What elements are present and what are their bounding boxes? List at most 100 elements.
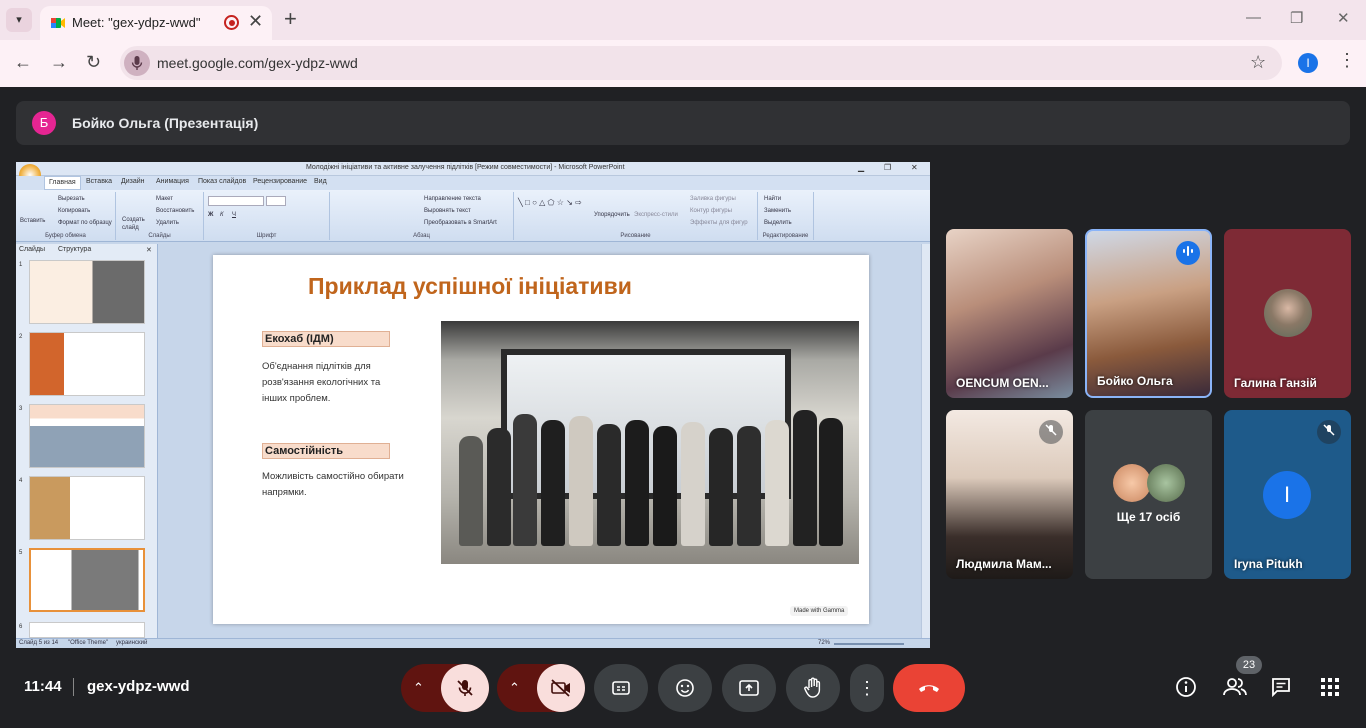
slide-thumbnail[interactable] — [29, 622, 145, 638]
reset-button[interactable]: Восстановить — [156, 208, 194, 214]
slides-panel-tab[interactable]: Слайды — [19, 246, 45, 253]
slide-thumbnail[interactable] — [29, 260, 145, 324]
browser-tab-meet[interactable]: Meet: "gex-ydpz-wwd" ✕ — [40, 6, 272, 40]
ribbon-group-editing: Найти Заменить Выделить Редактирование — [758, 192, 814, 240]
reactions-button[interactable] — [658, 664, 712, 712]
new-tab-button[interactable]: + — [284, 6, 297, 32]
mic-options-chevron-icon[interactable]: ⌃ — [413, 664, 424, 712]
cut-button[interactable]: Вырезать — [58, 196, 85, 202]
pp-minimize-icon[interactable]: ▁ — [858, 163, 864, 172]
find-button[interactable]: Найти — [764, 196, 781, 202]
back-arrow-icon[interactable]: ← — [14, 52, 32, 73]
format-painter-button[interactable]: Формат по образцу — [58, 220, 112, 226]
pp-tab-animation[interactable]: Анимация — [156, 178, 189, 185]
slide-thumbnail-selected[interactable] — [29, 548, 145, 612]
shapes-gallery[interactable]: ╲ □ ○ △ ⬠ ☆ ↘ ⇨ — [518, 198, 582, 207]
slide-canvas: Приклад успішної ініціативи Екохаб (ІДМ)… — [213, 255, 869, 624]
camera-options-chevron-icon[interactable]: ⌃ — [509, 664, 520, 712]
recording-indicator-icon — [224, 15, 239, 30]
slide-thumbnail[interactable] — [29, 404, 145, 468]
pp-tab-view[interactable]: Вид — [314, 178, 327, 185]
bold-button[interactable]: Ж — [208, 212, 213, 218]
arrange-button[interactable]: Упорядочить — [594, 212, 630, 218]
participant-tile[interactable]: OENCUM OEN... — [946, 229, 1073, 398]
underline-button[interactable]: Ч — [232, 212, 236, 218]
text-direction-button[interactable]: Направление текста — [424, 196, 481, 202]
shape-effects-button[interactable]: Эффекты для фигур — [690, 220, 748, 226]
pp-vertical-scrollbar[interactable] — [921, 244, 930, 638]
photo-person — [793, 410, 817, 546]
more-options-button[interactable]: ⋮ — [850, 664, 884, 712]
pp-tab-slideshow[interactable]: Показ слайдов — [198, 178, 246, 185]
layout-button[interactable]: Макет — [156, 196, 173, 202]
omnibox[interactable]: meet.google.com/gex-ydpz-wwd ☆ — [120, 46, 1282, 80]
forward-arrow-icon[interactable]: → — [50, 52, 68, 73]
new-slide-button[interactable]: Создать слайд — [122, 216, 148, 232]
slide-thumbnail[interactable] — [29, 476, 145, 540]
reload-icon[interactable]: ↻ — [86, 52, 101, 73]
profile-avatar[interactable]: I — [1298, 53, 1318, 73]
microphone-site-icon[interactable] — [124, 50, 150, 76]
pp-tab-home[interactable]: Главная — [44, 176, 81, 190]
chat-icon[interactable] — [1270, 676, 1292, 703]
pp-close-icon[interactable]: ✕ — [911, 163, 918, 172]
quick-styles-button[interactable]: Экспресс-стили — [634, 212, 678, 218]
restore-button[interactable]: ❐ — [1290, 9, 1303, 27]
pp-tab-insert[interactable]: Вставка — [86, 178, 112, 185]
present-icon — [739, 680, 759, 696]
raise-hand-button[interactable] — [786, 664, 840, 712]
replace-button[interactable]: Заменить — [764, 208, 791, 214]
photo-person — [541, 420, 565, 546]
shape-fill-button[interactable]: Заливка фигуры — [690, 196, 736, 202]
participant-tile-speaking[interactable]: Бойко Ольга — [1085, 229, 1212, 398]
slides-panel-close-icon[interactable]: ✕ — [146, 246, 152, 254]
shape-outline-button[interactable]: Контур фигуры — [690, 208, 732, 214]
tab-search-button[interactable]: ▾ — [6, 8, 32, 32]
convert-smartart-button[interactable]: Преобразовать в SmartArt — [424, 220, 497, 226]
browser-menu-icon[interactable]: ⋮ — [1338, 50, 1356, 71]
slides-panel: Слайды Структура ✕ 1 2 3 4 5 6 — [16, 244, 158, 638]
tab-title: Meet: "gex-ydpz-wwd" — [72, 15, 201, 30]
end-call-button[interactable] — [893, 664, 965, 712]
close-window-button[interactable]: ✕ — [1337, 9, 1350, 27]
emoji-icon — [676, 679, 694, 697]
pp-tab-review[interactable]: Рецензирование — [253, 178, 307, 185]
pp-restore-icon[interactable]: ❐ — [884, 163, 891, 172]
shared-screen: Молодіжні ініціативи та активне залученн… — [16, 162, 930, 648]
font-name-field[interactable] — [208, 196, 264, 206]
tab-close-icon[interactable]: ✕ — [248, 11, 263, 32]
delete-slide-button[interactable]: Удалить — [156, 220, 179, 226]
align-text-button[interactable]: Выровнять текст — [424, 208, 471, 214]
slide-thumbnail[interactable] — [29, 332, 145, 396]
paste-button[interactable]: Вставить — [20, 218, 45, 224]
activities-grid-icon[interactable] — [1319, 676, 1341, 703]
camera-toggle-button[interactable] — [537, 664, 585, 712]
photo-person — [513, 414, 537, 546]
minimize-button[interactable]: — — [1246, 9, 1261, 26]
captions-button[interactable] — [594, 664, 648, 712]
copy-button[interactable]: Копировать — [58, 208, 90, 214]
meeting-info-icon[interactable] — [1175, 676, 1197, 703]
people-icon[interactable] — [1222, 676, 1248, 703]
photo-person — [625, 420, 649, 546]
muted-mic-icon — [1039, 420, 1063, 444]
font-size-field[interactable] — [266, 196, 286, 206]
bookmark-star-icon[interactable]: ☆ — [1250, 52, 1266, 73]
pp-tab-design[interactable]: Дизайн — [121, 178, 145, 185]
microphone-toggle-button[interactable] — [441, 664, 489, 712]
meeting-controls-bar: 11:44 gex-ydpz-wwd ⌃ ⌃ ⋮ 23 — [0, 648, 1366, 728]
group-label-slides: Слайды — [148, 233, 171, 239]
participant-tile[interactable]: Людмила Мам... — [946, 410, 1073, 579]
url-text[interactable]: meet.google.com/gex-ydpz-wwd — [157, 55, 358, 71]
status-zoom[interactable]: 72% — [818, 640, 830, 646]
outline-panel-tab[interactable]: Структура — [58, 246, 91, 253]
participant-overflow-tile[interactable]: Ще 17 осіб — [1085, 410, 1212, 579]
zoom-slider[interactable] — [834, 643, 904, 645]
participant-tile[interactable]: I Iryna Pitukh — [1224, 410, 1351, 579]
participant-tile[interactable]: Галина Ганзій — [1224, 229, 1351, 398]
italic-button[interactable]: К — [220, 212, 224, 218]
presenter-bar: Б Бойко Ольга (Презентація) — [16, 101, 1350, 145]
select-button[interactable]: Выделить — [764, 220, 792, 226]
present-screen-button[interactable] — [722, 664, 776, 712]
pp-status-bar: Слайд 5 из 14 "Office Theme" украинский … — [16, 638, 930, 648]
